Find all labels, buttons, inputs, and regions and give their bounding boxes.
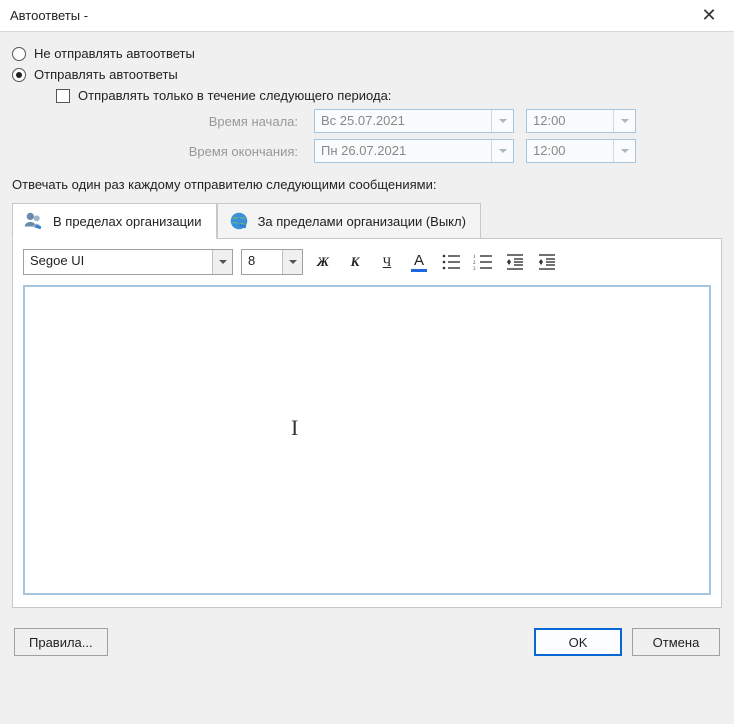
dialog-content: Не отправлять автоответы Отправлять авто… xyxy=(0,32,734,666)
period-grid: Время начала: Вс 25.07.2021 12:00 Время … xyxy=(102,109,722,163)
editor-panel: Segoe UI 8 Ж К Ч А xyxy=(12,239,722,608)
close-icon[interactable]: ✕ xyxy=(694,5,724,26)
font-color-button[interactable]: А xyxy=(407,250,431,274)
radio-dont-send-row[interactable]: Не отправлять автоответы xyxy=(12,46,722,61)
end-date-value: Пн 26.07.2021 xyxy=(315,140,491,162)
font-color-bar xyxy=(411,269,427,272)
chevron-down-icon[interactable] xyxy=(491,110,513,132)
radio-send-row[interactable]: Отправлять автоответы xyxy=(12,67,722,82)
editor-toolbar: Segoe UI 8 Ж К Ч А xyxy=(23,249,711,275)
reply-section-label: Отвечать один раз каждому отправителю сл… xyxy=(12,177,722,192)
font-family-value: Segoe UI xyxy=(24,250,212,274)
outdent-icon[interactable] xyxy=(503,250,527,274)
start-time-label: Время начала: xyxy=(102,114,302,129)
radio-send-label: Отправлять автоответы xyxy=(34,67,178,82)
indent-icon[interactable] xyxy=(535,250,559,274)
tab-inside-label: В пределах организации xyxy=(53,214,202,229)
tab-inside-org[interactable]: В пределах организации xyxy=(12,203,217,239)
bold-button[interactable]: Ж xyxy=(311,250,335,274)
chevron-down-icon[interactable] xyxy=(613,110,635,132)
radio-icon[interactable] xyxy=(12,47,26,61)
svg-text:1: 1 xyxy=(473,255,476,260)
rules-button[interactable]: Правила... xyxy=(14,628,108,656)
footer-spacer xyxy=(118,628,524,656)
chevron-down-icon[interactable] xyxy=(282,250,302,274)
titlebar: Автоответы - ✕ xyxy=(0,0,734,32)
window-title: Автоответы - xyxy=(10,8,694,23)
end-time-combo[interactable]: 12:00 xyxy=(526,139,636,163)
end-time-value: 12:00 xyxy=(527,140,613,162)
end-time-label: Время окончания: xyxy=(102,144,302,159)
start-time-combo[interactable]: 12:00 xyxy=(526,109,636,133)
italic-button[interactable]: К xyxy=(343,250,367,274)
message-editor[interactable]: I xyxy=(23,285,711,595)
svg-text:2: 2 xyxy=(473,261,476,266)
font-size-combo[interactable]: 8 xyxy=(241,249,303,275)
chevron-down-icon[interactable] xyxy=(613,140,635,162)
end-date-combo[interactable]: Пн 26.07.2021 xyxy=(314,139,514,163)
bulleted-list-icon[interactable] xyxy=(439,250,463,274)
cancel-button[interactable]: Отмена xyxy=(632,628,720,656)
ok-button[interactable]: OK xyxy=(534,628,622,656)
numbered-list-icon[interactable]: 1 2 3 xyxy=(471,250,495,274)
radio-dont-send-label: Не отправлять автоответы xyxy=(34,46,195,61)
chevron-down-icon[interactable] xyxy=(491,140,513,162)
start-date-value: Вс 25.07.2021 xyxy=(315,110,491,132)
dialog-footer: Правила... OK Отмена xyxy=(12,628,722,656)
tab-outside-org[interactable]: За пределами организации (Выкл) xyxy=(217,203,481,239)
svg-text:3: 3 xyxy=(473,267,476,271)
people-icon xyxy=(23,210,45,232)
text-cursor-icon: I xyxy=(291,415,298,441)
radio-icon[interactable] xyxy=(12,68,26,82)
font-size-value: 8 xyxy=(242,250,282,274)
chevron-down-icon[interactable] xyxy=(212,250,232,274)
checkbox-icon[interactable] xyxy=(56,89,70,103)
tab-outside-label: За пределами организации (Выкл) xyxy=(258,214,466,229)
start-date-combo[interactable]: Вс 25.07.2021 xyxy=(314,109,514,133)
globe-icon xyxy=(228,210,250,232)
start-time-value: 12:00 xyxy=(527,110,613,132)
font-color-letter: А xyxy=(414,253,424,268)
period-checkbox-label: Отправлять только в течение следующего п… xyxy=(78,88,391,103)
font-family-combo[interactable]: Segoe UI xyxy=(23,249,233,275)
underline-button[interactable]: Ч xyxy=(375,250,399,274)
tabs: В пределах организации За пределами орга… xyxy=(12,202,722,239)
period-checkbox-row[interactable]: Отправлять только в течение следующего п… xyxy=(56,88,722,103)
